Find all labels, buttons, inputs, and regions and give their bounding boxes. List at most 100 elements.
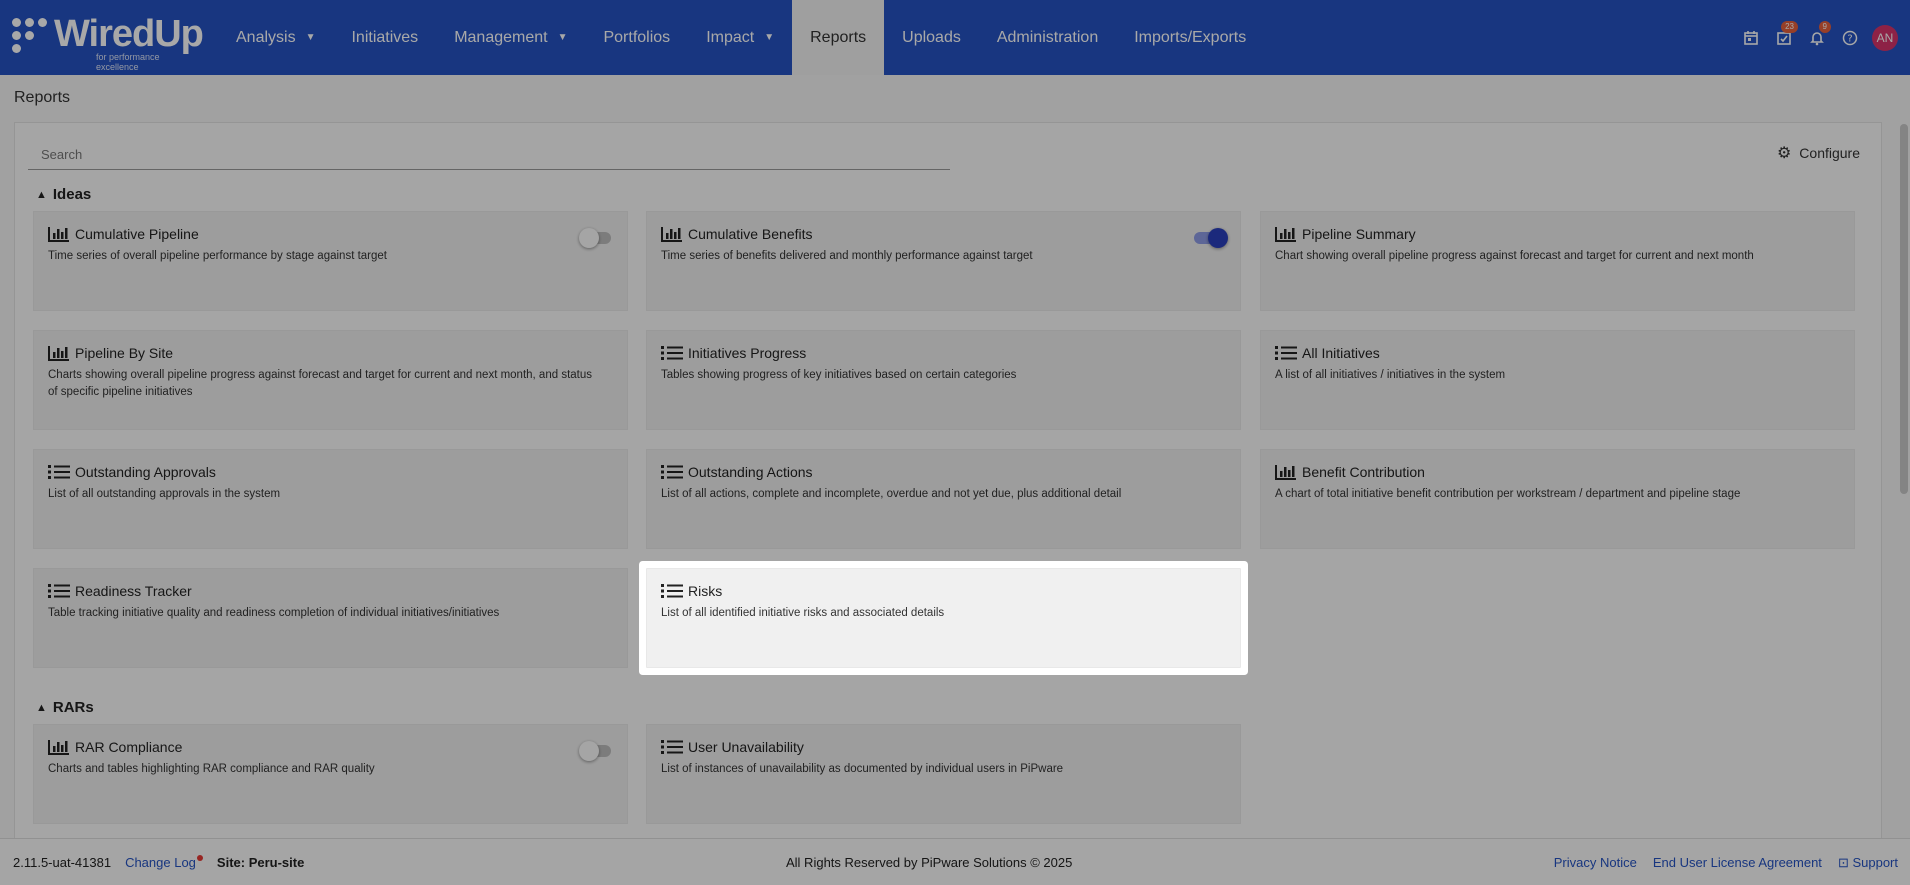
nav-item-reports[interactable]: Reports bbox=[792, 0, 885, 75]
section-header-rars[interactable]: ▲ RARs bbox=[36, 699, 94, 716]
card-description: A chart of total initiative benefit cont… bbox=[1275, 488, 1741, 500]
support-label: Support bbox=[1852, 855, 1898, 870]
nav-item-analysis[interactable]: Analysis ▼ bbox=[218, 0, 333, 75]
nav-item-management[interactable]: Management ▼ bbox=[436, 0, 585, 75]
change-log-link[interactable]: Change Log bbox=[125, 855, 203, 870]
card-description: Charts showing overall pipeline progress… bbox=[48, 369, 592, 398]
configure-label: Configure bbox=[1799, 145, 1860, 161]
card-title: Benefit Contribution bbox=[1302, 464, 1425, 480]
nav-label: Uploads bbox=[902, 28, 961, 46]
section-header-ideas[interactable]: ▲ Ideas bbox=[36, 186, 91, 203]
nav-label: Analysis bbox=[236, 28, 296, 46]
logo-tagline: for performance excellence bbox=[96, 52, 160, 72]
report-card-risks[interactable]: Risks List of all identified initiative … bbox=[646, 568, 1241, 668]
nav-item-imports-exports[interactable]: Imports/Exports bbox=[1116, 0, 1264, 75]
bar-chart-icon bbox=[48, 345, 70, 361]
section-title: RARs bbox=[52, 699, 94, 716]
support-icon: ⊡ bbox=[1837, 855, 1853, 870]
report-card-all-initiatives[interactable]: All Initiatives A list of all initiative… bbox=[1260, 330, 1855, 430]
collapse-triangle-icon: ▲ bbox=[36, 701, 47, 714]
favorite-toggle[interactable] bbox=[579, 228, 613, 248]
card-description: List of all actions, complete and incomp… bbox=[661, 488, 1122, 500]
bar-chart-icon bbox=[1275, 464, 1297, 480]
card-description: List of all identified initiative risks … bbox=[661, 607, 945, 619]
support-link[interactable]: ⊡ Support bbox=[1838, 855, 1898, 871]
card-title: Cumulative Benefits bbox=[688, 226, 813, 242]
eula-link[interactable]: End User License Agreement bbox=[1653, 855, 1822, 871]
caret-down-icon: ▼ bbox=[305, 32, 316, 43]
user-avatar[interactable]: AN bbox=[1872, 24, 1898, 51]
favorite-toggle[interactable] bbox=[1192, 228, 1228, 248]
collapse-triangle-icon: ▲ bbox=[36, 188, 47, 201]
svg-text:?: ? bbox=[1847, 33, 1852, 44]
card-description: Time series of benefits delivered and mo… bbox=[661, 250, 1033, 262]
wiredup-logo[interactable]: WiredUp for performance excellence bbox=[12, 13, 204, 72]
notifications-badge: 9 bbox=[1818, 21, 1831, 33]
card-title: Pipeline By Site bbox=[75, 345, 174, 361]
list-icon bbox=[48, 583, 70, 599]
nav-item-uploads[interactable]: Uploads bbox=[884, 0, 979, 75]
report-card-outstanding-actions[interactable]: Outstanding Actions List of all actions,… bbox=[646, 449, 1241, 549]
help-icon[interactable]: ? bbox=[1833, 21, 1866, 54]
favorite-toggle[interactable] bbox=[579, 741, 613, 761]
list-icon bbox=[48, 464, 70, 480]
bar-chart-icon bbox=[661, 226, 683, 242]
bar-chart-icon bbox=[1275, 226, 1297, 242]
card-title: Cumulative Pipeline bbox=[75, 226, 199, 242]
card-description: List of instances of unavailability as d… bbox=[661, 763, 1064, 775]
report-card-outstanding-approvals[interactable]: Outstanding Approvals List of all outsta… bbox=[33, 449, 628, 549]
list-icon bbox=[661, 464, 683, 480]
main-nav: Analysis ▼ Initiatives Management ▼ Portfo… bbox=[218, 0, 1264, 75]
card-description: Tables showing progress of key initiativ… bbox=[661, 369, 1017, 381]
nav-item-impact[interactable]: Impact ▼ bbox=[688, 0, 792, 75]
card-title: Outstanding Approvals bbox=[75, 464, 216, 480]
footer-left: 2.11.5-uat-41381 Change Log Site: Peru-s… bbox=[13, 855, 304, 870]
report-card-cumulative-pipeline[interactable]: Cumulative Pipeline Time series of overa… bbox=[33, 211, 628, 311]
nav-label: Portfolios bbox=[603, 28, 671, 46]
privacy-notice-link[interactable]: Privacy Notice bbox=[1554, 855, 1637, 871]
page-title: Reports bbox=[14, 89, 71, 106]
report-card-initiatives-progress[interactable]: Initiatives Progress Tables showing prog… bbox=[646, 330, 1241, 430]
report-card-user-unavailability[interactable]: User Unavailability List of instances of… bbox=[646, 724, 1241, 824]
configure-button[interactable]: ⚙ Configure bbox=[1777, 143, 1860, 163]
calendar-icon[interactable] bbox=[1734, 21, 1767, 54]
notifications-bell-icon[interactable]: 9 bbox=[1800, 21, 1833, 54]
card-title: Initiatives Progress bbox=[688, 345, 807, 361]
card-description: Time series of overall pipeline performa… bbox=[48, 250, 387, 262]
card-description: Charts and tables highlighting RAR compl… bbox=[48, 763, 375, 775]
nav-item-initiatives[interactable]: Initiatives bbox=[333, 0, 436, 75]
report-card-pipeline-by-site[interactable]: Pipeline By Site Charts showing overall … bbox=[33, 330, 628, 430]
footer-links: Privacy Notice End User License Agreemen… bbox=[1538, 855, 1898, 871]
report-card-benefit-contribution[interactable]: Benefit Contribution A chart of total in… bbox=[1260, 449, 1855, 549]
site-label: Site: Peru-site bbox=[216, 855, 305, 870]
card-description: List of all outstanding approvals in the… bbox=[48, 488, 281, 500]
list-icon bbox=[661, 345, 683, 361]
search-input[interactable] bbox=[28, 140, 950, 170]
top-navigation-bar: WiredUp for performance excellence Analy… bbox=[0, 0, 1910, 75]
nav-label: Management bbox=[454, 28, 548, 46]
nav-label: Reports bbox=[810, 28, 867, 46]
card-description: Chart showing overall pipeline progress … bbox=[1275, 250, 1754, 262]
tasks-badge: 23 bbox=[1781, 21, 1798, 33]
new-indicator-dot bbox=[196, 855, 203, 861]
nav-label: Administration bbox=[996, 28, 1099, 46]
version-label: 2.11.5-uat-41381 bbox=[13, 855, 112, 870]
list-icon bbox=[1275, 345, 1297, 361]
caret-down-icon: ▼ bbox=[557, 32, 568, 43]
caret-down-icon: ▼ bbox=[764, 32, 775, 43]
tasks-icon[interactable]: 23 bbox=[1767, 21, 1800, 54]
section-title: Ideas bbox=[52, 186, 92, 203]
gear-icon: ⚙ bbox=[1776, 145, 1792, 162]
report-card-pipeline-summary[interactable]: Pipeline Summary Chart showing overall p… bbox=[1260, 211, 1855, 311]
nav-item-administration[interactable]: Administration bbox=[979, 0, 1116, 75]
nav-label: Initiatives bbox=[351, 28, 419, 46]
top-icons: 23 9 ? AN bbox=[1734, 0, 1910, 75]
logo-text: WiredUp bbox=[54, 13, 204, 55]
report-card-readiness-tracker[interactable]: Readiness Tracker Table tracking initiat… bbox=[33, 568, 628, 668]
card-title: Risks bbox=[688, 583, 723, 599]
nav-item-portfolios[interactable]: Portfolios bbox=[585, 0, 688, 75]
report-card-cumulative-benefits[interactable]: Cumulative Benefits Time series of benef… bbox=[646, 211, 1241, 311]
scrollbar-thumb[interactable] bbox=[1900, 124, 1908, 494]
report-card-rar-compliance[interactable]: RAR Compliance Charts and tables highlig… bbox=[33, 724, 628, 824]
card-title: RAR Compliance bbox=[75, 739, 183, 755]
